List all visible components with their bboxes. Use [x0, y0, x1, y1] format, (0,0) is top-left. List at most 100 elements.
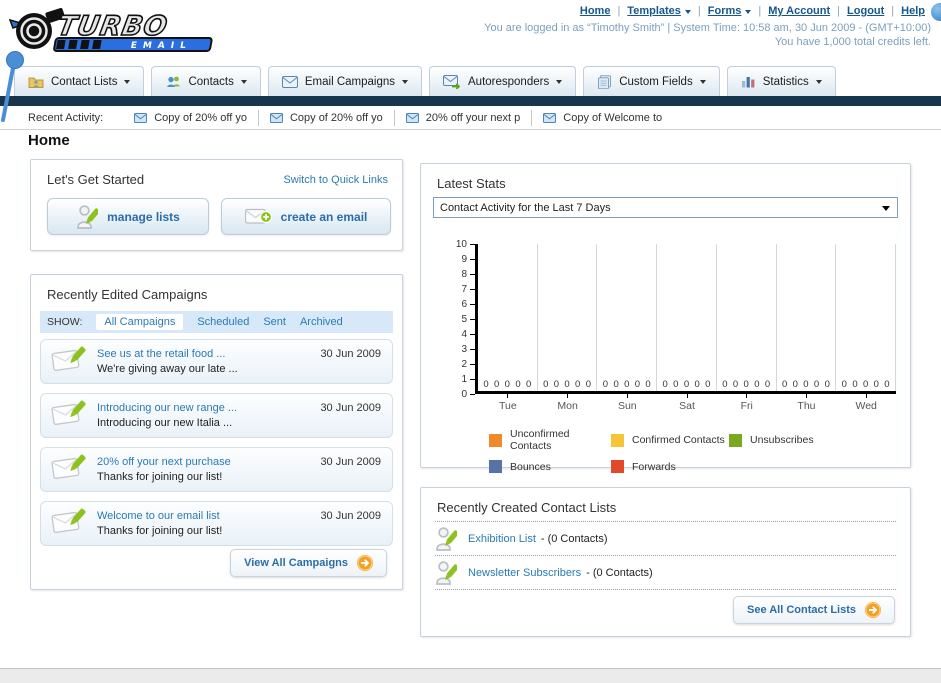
- campaign-name-link[interactable]: Welcome to our email list: [97, 509, 222, 524]
- arrow-circle-icon: [865, 602, 881, 618]
- contact-list-link[interactable]: Exhibition List: [468, 533, 536, 545]
- campaign-date: 30 Jun 2009: [320, 456, 381, 468]
- help-bubble-icon[interactable]: [931, 3, 941, 21]
- campaigns-title: Recently Edited Campaigns: [47, 287, 208, 302]
- chart-legend: Unconfirmed Contacts Confirmed Contacts …: [489, 428, 896, 473]
- bar-value-label: 0: [564, 379, 570, 390]
- main-tab[interactable]: Email Campaigns: [267, 66, 422, 96]
- y-tick-label: 5: [461, 313, 475, 325]
- x-tick-label: Sat: [657, 394, 717, 412]
- bar-value-label: 0: [683, 379, 690, 390]
- campaign-name-link[interactable]: See us at the retail food ...: [97, 347, 238, 362]
- bar-value-label: 0: [852, 379, 858, 390]
- main-tab[interactable]: Statistics: [726, 66, 836, 96]
- arrow-circle-icon: [357, 555, 373, 571]
- contact-list-row[interactable]: Newsletter Subscribers - (0 Contacts): [435, 556, 896, 590]
- main-tab[interactable]: Contacts: [151, 66, 261, 96]
- stats-report-select[interactable]: Contact Activity for the Last 7 Days: [433, 197, 898, 218]
- app-window: TURBO EMAIL Home Templates Form: [0, 0, 941, 683]
- top-nav-link[interactable]: Help: [884, 5, 925, 17]
- top-nav: Home Templates Forms My Account Logout: [580, 5, 925, 17]
- bar-value-label: 0: [781, 379, 788, 390]
- bar-value-label: 0: [754, 379, 760, 390]
- tab-label: Contacts: [188, 75, 234, 88]
- campaign-subject: We're giving away our late ...: [97, 362, 238, 375]
- contact-list-link[interactable]: Newsletter Subscribers: [468, 567, 581, 579]
- contact-list-row[interactable]: Exhibition List - (0 Contacts): [435, 522, 896, 556]
- main-tab[interactable]: Autoresponders: [429, 66, 577, 96]
- bar-value-label: 0: [792, 379, 798, 390]
- latest-stats-panel: Latest Stats Contact Activity for the La…: [420, 163, 911, 473]
- main-tab[interactable]: Custom Fields: [583, 66, 720, 96]
- main-tab[interactable]: Contact Lists: [14, 66, 145, 96]
- campaign-date: 30 Jun 2009: [320, 348, 381, 360]
- recent-activity-bar: Recent Activity: Copy of 20% off yo Copy…: [0, 106, 941, 130]
- legend-item: Unsubscribes: [729, 428, 896, 452]
- pencil-user-icon: [435, 526, 457, 552]
- chevron-down-icon: [815, 80, 822, 87]
- chart-y-axis: 0 1 2 3 4 5 6 7 8 9 10: [435, 239, 475, 400]
- app-logo[interactable]: TURBO EMAIL: [6, 4, 246, 60]
- y-tick-label: 4: [461, 328, 475, 340]
- campaigns-panel: Recently Edited Campaigns SHOW: All Camp…: [30, 274, 403, 590]
- envelope-pencil-icon: [51, 399, 87, 432]
- bar-value-label: 0: [543, 379, 549, 390]
- bar-value-label: 0: [813, 379, 820, 390]
- contact-count: - (0 Contacts): [586, 566, 653, 579]
- bar-value-label: 0: [803, 379, 809, 390]
- x-tick-label: Sun: [597, 394, 657, 412]
- campaign-row[interactable]: Introducing our new range ... Introducin…: [40, 393, 393, 438]
- legend-swatch: [729, 433, 742, 447]
- bar-value-label: 0: [673, 379, 679, 390]
- envelope-sm-icon: [405, 112, 419, 123]
- campaign-row[interactable]: Welcome to our email list Thanks for joi…: [40, 501, 393, 546]
- envelope-pencil-icon: [51, 507, 87, 540]
- campaign-filter-tab[interactable]: Archived: [300, 316, 343, 328]
- campaign-filter-tab[interactable]: Sent: [263, 316, 286, 328]
- tab-label: Statistics: [762, 75, 809, 88]
- statistics-icon: [741, 75, 756, 88]
- legend-swatch: [611, 460, 624, 473]
- tab-label: Email Campaigns: [304, 75, 395, 88]
- recent-activity-item[interactable]: Copy of 20% off yo: [257, 109, 394, 126]
- campaign-name-link[interactable]: Introducing our new range ...: [97, 401, 237, 416]
- top-nav-link[interactable]: Forms: [691, 5, 752, 17]
- recent-activity-item[interactable]: 20% off your next p: [393, 109, 532, 126]
- get-started-button[interactable]: manage lists: [47, 198, 209, 235]
- y-tick-label: 8: [461, 268, 475, 280]
- view-all-campaigns-button[interactable]: View All Campaigns: [230, 549, 387, 577]
- campaign-row[interactable]: 20% off your next purchase Thanks for jo…: [40, 447, 393, 492]
- contact-activity-chart: 0 1 2 3 4 5 6 7 8 9 10 000000000000000000000000000…: [435, 239, 897, 473]
- campaign-filter-tab[interactable]: Scheduled: [197, 316, 249, 328]
- campaign-name-link[interactable]: 20% off your next purchase: [97, 455, 231, 470]
- top-nav-link[interactable]: My Account: [751, 5, 830, 17]
- get-started-button[interactable]: create an email: [221, 198, 391, 235]
- tab-label: Autoresponders: [468, 75, 550, 88]
- see-all-contact-lists-button[interactable]: See All Contact Lists: [732, 596, 895, 624]
- legend-item: Bounces: [489, 460, 611, 473]
- top-nav-link[interactable]: Home: [580, 5, 611, 17]
- chevron-down-icon: [699, 80, 706, 87]
- x-tick-label: Wed: [836, 394, 896, 412]
- bar-value-label: 0: [824, 379, 830, 390]
- top-nav-link[interactable]: Logout: [830, 5, 884, 17]
- bar-value-label: 0: [525, 379, 532, 390]
- pencil-user-icon: [435, 560, 457, 586]
- bar-value-label: 0: [884, 379, 890, 390]
- switch-to-quick-links[interactable]: Switch to Quick Links: [283, 174, 388, 186]
- campaign-filter-tab[interactable]: All Campaigns: [96, 314, 184, 330]
- chart-day-group: 00000: [597, 244, 658, 391]
- recent-activity-item[interactable]: Copy of Welcome to: [531, 109, 673, 126]
- campaign-row[interactable]: See us at the retail food ... We're givi…: [40, 339, 393, 384]
- contact-lists-title: Recently Created Contact Lists: [437, 500, 617, 515]
- recent-activity-item[interactable]: Copy of 20% off yo: [123, 110, 258, 126]
- legend-item: Forwards: [611, 460, 729, 473]
- legend-item: Confirmed Contacts: [611, 428, 729, 452]
- campaign-date: 30 Jun 2009: [320, 402, 381, 414]
- campaign-subject: Thanks for joining our list!: [97, 524, 223, 537]
- chart-day-group: 00000: [478, 244, 538, 391]
- envelope-plus-icon: [244, 208, 272, 225]
- top-nav-link[interactable]: Templates: [610, 5, 691, 17]
- bar-value-label: 0: [585, 379, 591, 390]
- svg-text:EMAIL: EMAIL: [130, 41, 193, 51]
